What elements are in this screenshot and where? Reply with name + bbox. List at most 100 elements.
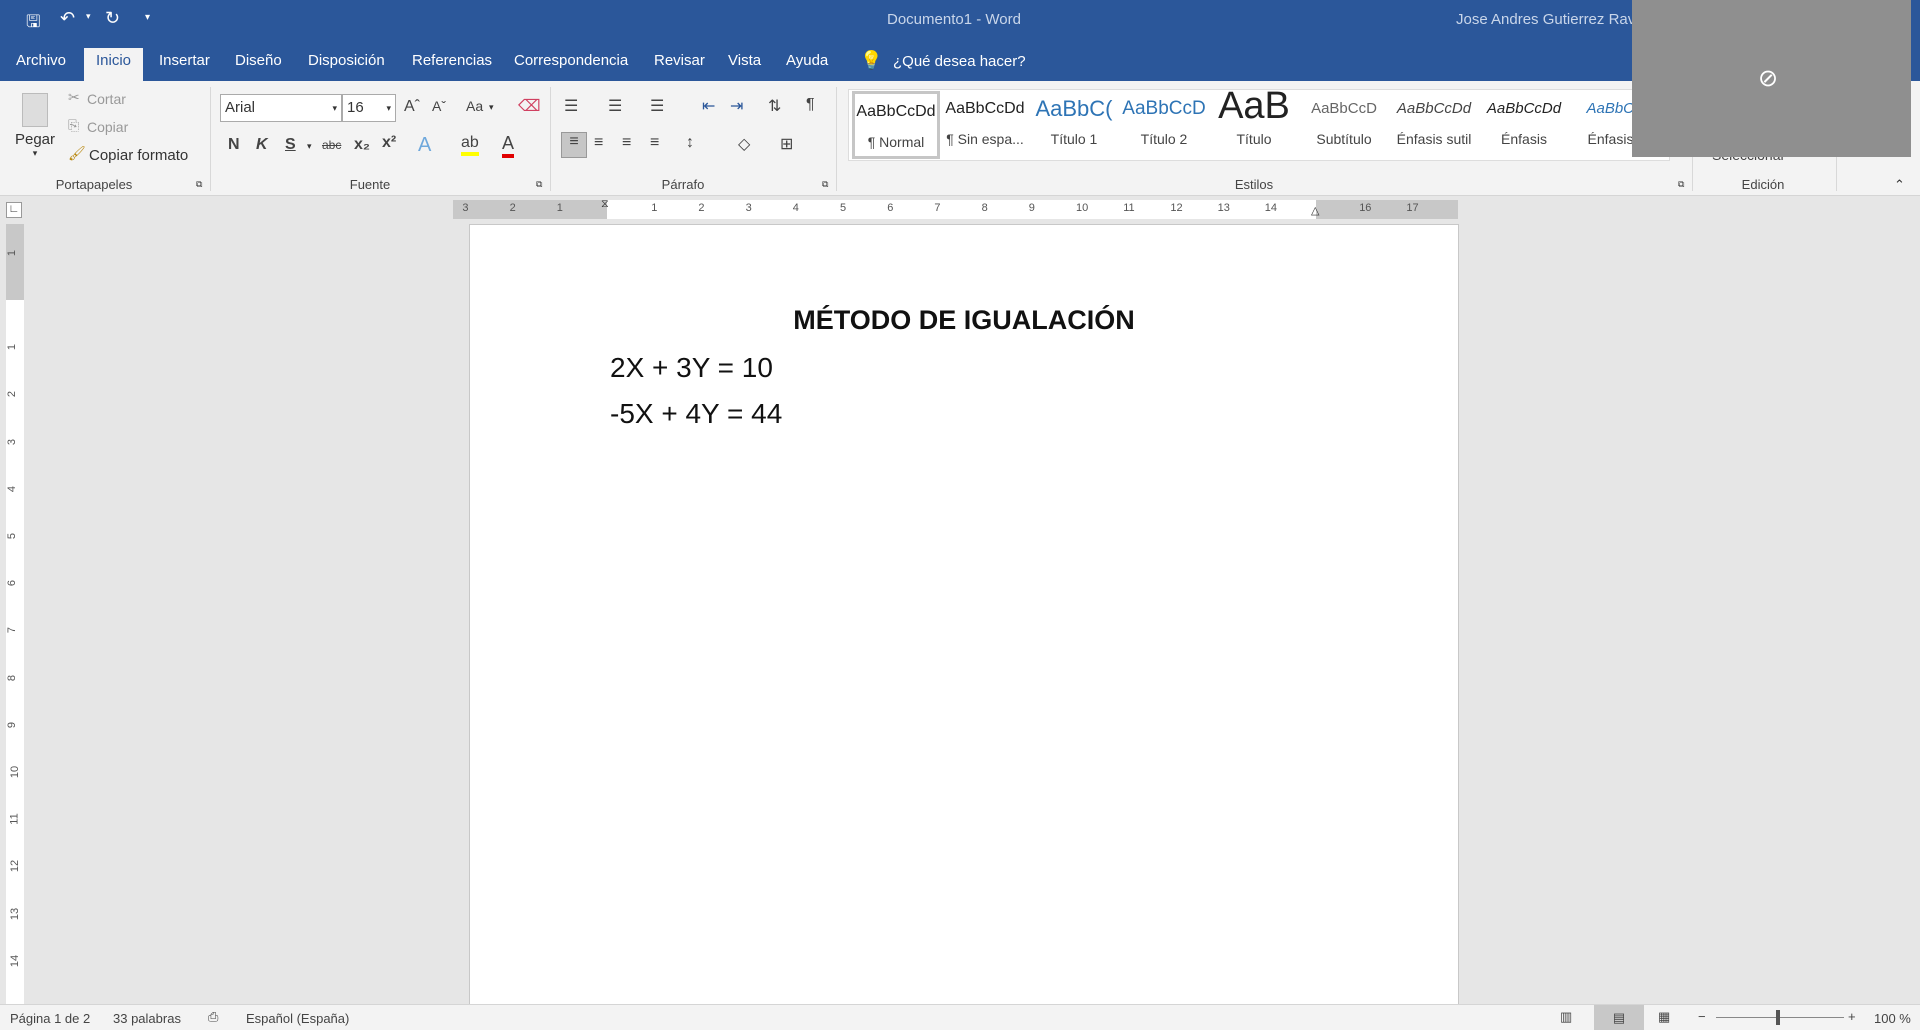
bullets-icon[interactable]: ☰: [564, 96, 578, 116]
superscript-button[interactable]: x²: [382, 134, 396, 152]
strikethrough-button[interactable]: abc: [322, 138, 341, 152]
cut-button[interactable]: Cortar: [87, 91, 126, 107]
paragraph-launcher-icon[interactable]: ⧉: [822, 179, 828, 190]
style-titulo-2[interactable]: AaBbCcD Título 2: [1120, 91, 1208, 159]
editing-group-label: Edición: [1741, 177, 1785, 192]
tab-disposicion[interactable]: Disposición: [296, 48, 397, 81]
page-count[interactable]: Página 1 de 2: [10, 1011, 90, 1026]
font-name-combo[interactable]: Arial ▾: [220, 94, 342, 122]
camera-off-icon: ⊘: [1758, 65, 1779, 92]
justify-icon[interactable]: ≡: [650, 134, 659, 152]
numbering-icon[interactable]: ☰: [608, 96, 622, 116]
undo-dropdown-icon[interactable]: ▾: [86, 11, 91, 22]
bold-button[interactable]: N: [228, 136, 240, 154]
scissors-icon: ✂: [68, 89, 80, 105]
font-launcher-icon[interactable]: ⧉: [536, 179, 542, 190]
language[interactable]: Español (España): [246, 1011, 349, 1026]
sort-icon[interactable]: ⇅: [768, 96, 781, 116]
format-painter-button[interactable]: Copiar formato: [89, 147, 188, 164]
right-indent-marker-icon[interactable]: △: [1311, 204, 1319, 217]
chevron-down-icon: ▾: [332, 103, 337, 113]
undo-icon[interactable]: ↶: [60, 8, 75, 29]
grow-font-icon[interactable]: Aˆ: [404, 98, 420, 116]
font-color-icon[interactable]: A: [502, 133, 515, 158]
customize-qat-icon[interactable]: ▾: [145, 12, 150, 23]
format-painter-icon: 🖌: [68, 145, 86, 161]
subscript-button[interactable]: x₂: [354, 136, 370, 154]
zoom-in-button[interactable]: +: [1848, 1009, 1856, 1024]
tab-revisar[interactable]: Revisar: [642, 48, 717, 81]
paste-button[interactable]: Pegar ▾: [12, 89, 58, 169]
style-titulo-1[interactable]: AaBbC(Título 1: [1030, 91, 1118, 159]
highlight-icon[interactable]: ab: [461, 134, 479, 156]
proofing-icon[interactable]: ⎙: [208, 1009, 218, 1025]
tab-insertar[interactable]: Insertar: [147, 48, 222, 81]
ruler-label: 3: [6, 438, 19, 445]
italic-button[interactable]: K: [256, 136, 268, 154]
align-center-icon[interactable]: ≡: [594, 134, 603, 152]
increase-indent-icon[interactable]: ⇥: [730, 96, 743, 116]
zoom-slider-thumb[interactable]: [1776, 1010, 1780, 1025]
zoom-slider[interactable]: [1716, 1017, 1844, 1018]
ruler-label: 4: [792, 202, 799, 214]
copy-button[interactable]: Copiar: [87, 119, 128, 135]
ruler-label: 5: [840, 202, 847, 214]
tab-ayuda[interactable]: Ayuda: [774, 48, 840, 81]
style-subtitulo[interactable]: AaBbCcD Subtítulo: [1300, 91, 1388, 159]
zoom-level[interactable]: 100 %: [1874, 1011, 1911, 1026]
print-layout-icon[interactable]: ▤: [1594, 1005, 1644, 1030]
line-spacing-icon[interactable]: ↕: [686, 134, 694, 152]
save-icon[interactable]: 🖫: [26, 9, 40, 38]
tab-referencias[interactable]: Referencias: [400, 48, 504, 81]
style-enfasis[interactable]: AaBbCcDd Énfasis: [1480, 91, 1568, 159]
borders-icon[interactable]: ⊞: [780, 134, 793, 154]
tell-me-search[interactable]: ¿Qué desea hacer?: [893, 53, 1026, 70]
style-enfasis-sutil[interactable]: AaBbCcDd Énfasis sutil: [1390, 91, 1478, 159]
style-normal[interactable]: AaBbCcDd ¶ Normal: [852, 91, 940, 159]
styles-launcher-icon[interactable]: ⧉: [1678, 179, 1684, 190]
ruler-label: 4: [6, 485, 19, 492]
ruler-label: 13: [9, 907, 22, 920]
ruler-label: 14: [9, 954, 22, 967]
ruler-label: 10: [1076, 202, 1089, 214]
pilcrow-icon[interactable]: ¶: [806, 96, 815, 114]
style-sin-espaciado[interactable]: AaBbCcDd ¶ Sin espa...: [941, 91, 1029, 159]
ruler-label: 9: [1028, 202, 1035, 214]
shading-icon[interactable]: ◇: [738, 134, 750, 154]
text-effects-icon[interactable]: A: [418, 134, 431, 157]
ruler-label: 14: [1264, 202, 1278, 214]
vertical-ruler[interactable]: 1 1 2 3 4 5 6 7 8 9 10 11 12 13 14: [6, 224, 24, 1004]
read-mode-icon[interactable]: ▥: [1560, 1009, 1572, 1025]
tab-vista[interactable]: Vista: [716, 48, 773, 81]
chevron-down-icon[interactable]: ▾: [307, 141, 312, 152]
clipboard-launcher-icon[interactable]: ⧉: [196, 179, 202, 190]
style-titulo[interactable]: AaB Título: [1210, 91, 1298, 159]
tab-inicio[interactable]: Inicio: [84, 48, 144, 81]
redo-icon[interactable]: ↻: [105, 8, 120, 29]
font-name-value: Arial: [225, 99, 256, 116]
zoom-out-button[interactable]: −: [1698, 1009, 1706, 1024]
equation-1: 2X + 3Y = 10: [610, 352, 773, 383]
user-name[interactable]: Jose Andres Gutierrez Rave: [1456, 11, 1644, 28]
document-page[interactable]: MÉTODO DE IGUALACIÓN 2X + 3Y = 10 -5X + …: [469, 224, 1459, 1004]
ruler-label: 1: [6, 249, 19, 256]
font-size-combo[interactable]: 16 ▾: [342, 94, 396, 122]
word-count[interactable]: 33 palabras: [113, 1011, 181, 1026]
clear-formatting-icon[interactable]: ⌫: [518, 96, 541, 116]
tab-diseno[interactable]: Diseño: [223, 48, 294, 81]
change-case-button[interactable]: Aa: [466, 98, 483, 114]
decrease-indent-icon[interactable]: ⇤: [702, 96, 715, 116]
underline-button[interactable]: S: [285, 136, 296, 154]
align-right-icon[interactable]: ≡: [622, 134, 631, 152]
indent-marker-icon[interactable]: ⧖: [601, 198, 609, 211]
shrink-font-icon[interactable]: Aˇ: [432, 98, 446, 114]
align-left-icon[interactable]: ≡: [561, 132, 587, 158]
multilevel-list-icon[interactable]: ☰: [650, 96, 664, 116]
web-layout-icon[interactable]: ▦: [1658, 1009, 1670, 1025]
horizontal-ruler[interactable]: ⧖ △ 3 2 1 1 2 3 4 5 6 7 8 9 10 11 12 13 14 16 17: [453, 198, 1458, 219]
paragraph-group-label: Párrafo: [661, 177, 705, 192]
tab-selector-icon[interactable]: ∟: [6, 202, 22, 218]
tab-archivo[interactable]: Archivo: [4, 48, 78, 81]
tab-correspondencia[interactable]: Correspondencia: [502, 48, 640, 81]
collapse-ribbon-icon[interactable]: ⌃: [1894, 177, 1905, 193]
